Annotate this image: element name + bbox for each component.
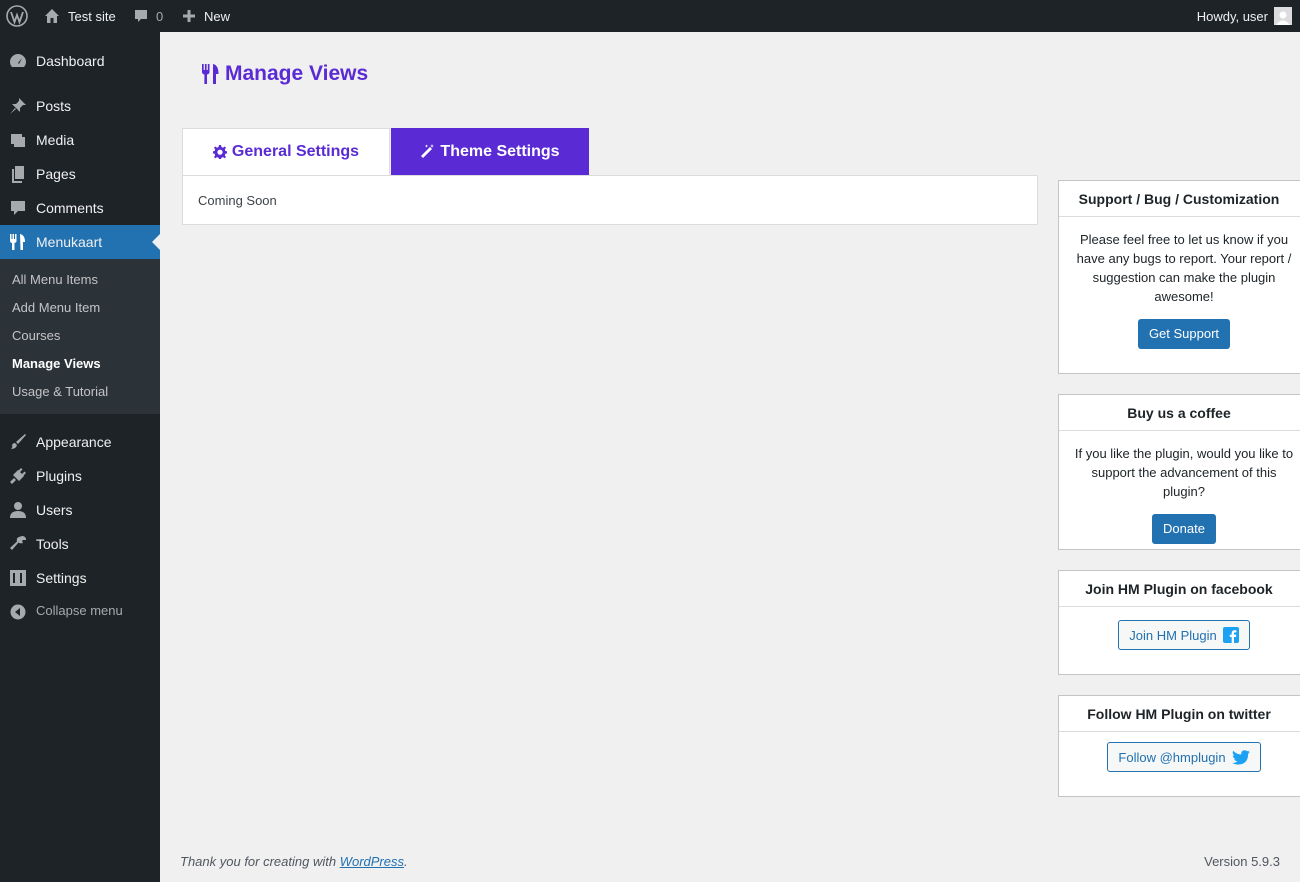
sidebar-item-label: Posts bbox=[36, 98, 72, 114]
sidebar-item-label: Plugins bbox=[36, 468, 82, 484]
twitter-icon bbox=[1231, 749, 1250, 765]
new-label: New bbox=[204, 8, 231, 24]
footer-thanks: Thank you for creating with WordPress. bbox=[180, 854, 408, 869]
comments-link[interactable]: 0 bbox=[133, 0, 163, 32]
admin-sidebar: Dashboard Posts Media Pages Comments Men… bbox=[0, 32, 160, 882]
sidebar-item-posts[interactable]: Posts bbox=[0, 89, 160, 123]
submenu-item-all-menu-items[interactable]: All Menu Items bbox=[12, 272, 98, 287]
submenu-item-courses[interactable]: Courses bbox=[12, 328, 60, 343]
tab-label: General Settings bbox=[231, 143, 360, 160]
tab-general-settings[interactable]: General Settings bbox=[182, 128, 390, 175]
join-facebook-button[interactable]: Join HM Plugin bbox=[1118, 620, 1250, 650]
facebook-icon bbox=[1222, 627, 1239, 643]
wordpress-link[interactable]: WordPress bbox=[340, 854, 404, 869]
twitter-widget-title: Follow HM Plugin on twitter bbox=[1059, 696, 1300, 732]
sidebar-item-media[interactable]: Media bbox=[0, 123, 160, 157]
donate-button[interactable]: Donate bbox=[1152, 514, 1216, 544]
tab-content-panel: Coming Soon bbox=[182, 175, 1038, 225]
sidebar-item-label: Settings bbox=[36, 570, 87, 586]
get-support-button[interactable]: Get Support bbox=[1137, 319, 1231, 349]
submenu-item-manage-views[interactable]: Manage Views bbox=[12, 356, 101, 371]
footer-thanks-prefix: Thank you for creating with bbox=[180, 854, 340, 869]
home-icon bbox=[45, 9, 59, 23]
utensils-icon bbox=[202, 64, 219, 84]
comment-icon bbox=[135, 10, 147, 22]
comment-icon bbox=[11, 201, 25, 215]
sidebar-item-label: Media bbox=[36, 132, 75, 148]
wrench-icon bbox=[10, 536, 26, 550]
pages-icon bbox=[12, 166, 24, 183]
brush-icon bbox=[11, 434, 26, 449]
tab-theme-settings[interactable]: Theme Settings bbox=[391, 128, 589, 175]
plug-icon bbox=[10, 468, 26, 484]
sidebar-item-label: Appearance bbox=[36, 434, 112, 450]
footer-version: Version 5.9.3 bbox=[1204, 854, 1280, 869]
sidebar-item-dashboard[interactable]: Dashboard bbox=[0, 44, 160, 78]
sidebar-item-label: Comments bbox=[36, 200, 104, 216]
sidebar-item-menukaart[interactable]: Menukaart bbox=[0, 225, 160, 259]
collapse-menu-button[interactable]: Collapse menu bbox=[0, 597, 160, 627]
user-icon bbox=[10, 502, 26, 518]
sidebar-item-plugins[interactable]: Plugins bbox=[0, 459, 160, 493]
support-widget-title: Support / Bug / Customization bbox=[1059, 181, 1300, 217]
submenu-item-usage-tutorial[interactable]: Usage & Tutorial bbox=[12, 384, 108, 399]
page-title-text: Manage Views bbox=[225, 62, 369, 85]
coffee-widget-title: Buy us a coffee bbox=[1059, 395, 1300, 431]
sidebar-item-pages[interactable]: Pages bbox=[0, 157, 160, 191]
submenu-item-add-menu-item[interactable]: Add Menu Item bbox=[12, 300, 100, 315]
submenu-menukaart: All Menu Items Add Menu Item Courses Man… bbox=[0, 259, 160, 414]
site-name-link[interactable]: Test site bbox=[44, 0, 116, 32]
sidebar-item-label: Pages bbox=[36, 166, 76, 182]
coffee-widget: Buy us a coffee If you like the plugin, … bbox=[1058, 394, 1300, 550]
new-content-link[interactable]: New bbox=[182, 0, 230, 32]
avatar bbox=[1274, 7, 1292, 25]
facebook-widget: Join HM Plugin on facebook Join HM Plugi… bbox=[1058, 570, 1300, 675]
join-facebook-label: Join HM Plugin bbox=[1129, 627, 1217, 643]
support-widget: Support / Bug / Customization Please fee… bbox=[1058, 180, 1300, 374]
howdy-text: Howdy, user bbox=[1196, 8, 1268, 24]
facebook-widget-title: Join HM Plugin on facebook bbox=[1059, 571, 1300, 607]
twitter-widget: Follow HM Plugin on twitter Follow @hmpl… bbox=[1058, 695, 1300, 797]
avatar-icon bbox=[1276, 11, 1290, 25]
collapse-menu-label: Collapse menu bbox=[36, 603, 123, 618]
media-icon bbox=[11, 134, 25, 147]
follow-twitter-button[interactable]: Follow @hmplugin bbox=[1107, 742, 1261, 772]
pin-icon bbox=[10, 98, 26, 114]
site-name: Test site bbox=[68, 8, 116, 24]
wordpress-logo-button[interactable] bbox=[6, 0, 28, 32]
gear-icon bbox=[212, 145, 227, 159]
page-title: Manage Views bbox=[201, 62, 368, 86]
coffee-widget-text: If you like the plugin, would you like t… bbox=[1074, 446, 1294, 499]
utensils-icon bbox=[10, 234, 25, 250]
sidebar-item-label: Menukaart bbox=[36, 234, 103, 250]
plus-icon bbox=[183, 10, 195, 22]
follow-twitter-label: Follow @hmplugin bbox=[1118, 749, 1226, 765]
sidebar-item-users[interactable]: Users bbox=[0, 493, 160, 527]
sidebar-item-label: Users bbox=[36, 502, 73, 518]
my-account-link[interactable]: Howdy, user bbox=[1197, 0, 1292, 32]
dashboard-icon bbox=[10, 54, 26, 67]
support-widget-text: Please feel free to let us know if you h… bbox=[1076, 232, 1292, 304]
sliders-icon bbox=[10, 570, 26, 586]
collapse-arrow-icon bbox=[10, 604, 26, 620]
sidebar-item-appearance[interactable]: Appearance bbox=[0, 425, 160, 459]
comments-count: 0 bbox=[156, 8, 164, 24]
sidebar-item-comments[interactable]: Comments bbox=[0, 191, 160, 225]
wordpress-logo-icon bbox=[6, 5, 28, 27]
coming-soon-text: Coming Soon bbox=[198, 193, 277, 208]
sidebar-item-label: Tools bbox=[36, 536, 69, 552]
sidebar-item-tools[interactable]: Tools bbox=[0, 527, 160, 561]
sidebar-item-settings[interactable]: Settings bbox=[0, 561, 160, 595]
admin-bar: Test site 0 New Howdy, user bbox=[0, 0, 1300, 32]
footer-thanks-suffix: . bbox=[404, 854, 408, 869]
sidebar-item-label: Dashboard bbox=[36, 53, 105, 69]
magic-wand-icon bbox=[421, 144, 435, 158]
tab-label: Theme Settings bbox=[440, 142, 560, 160]
